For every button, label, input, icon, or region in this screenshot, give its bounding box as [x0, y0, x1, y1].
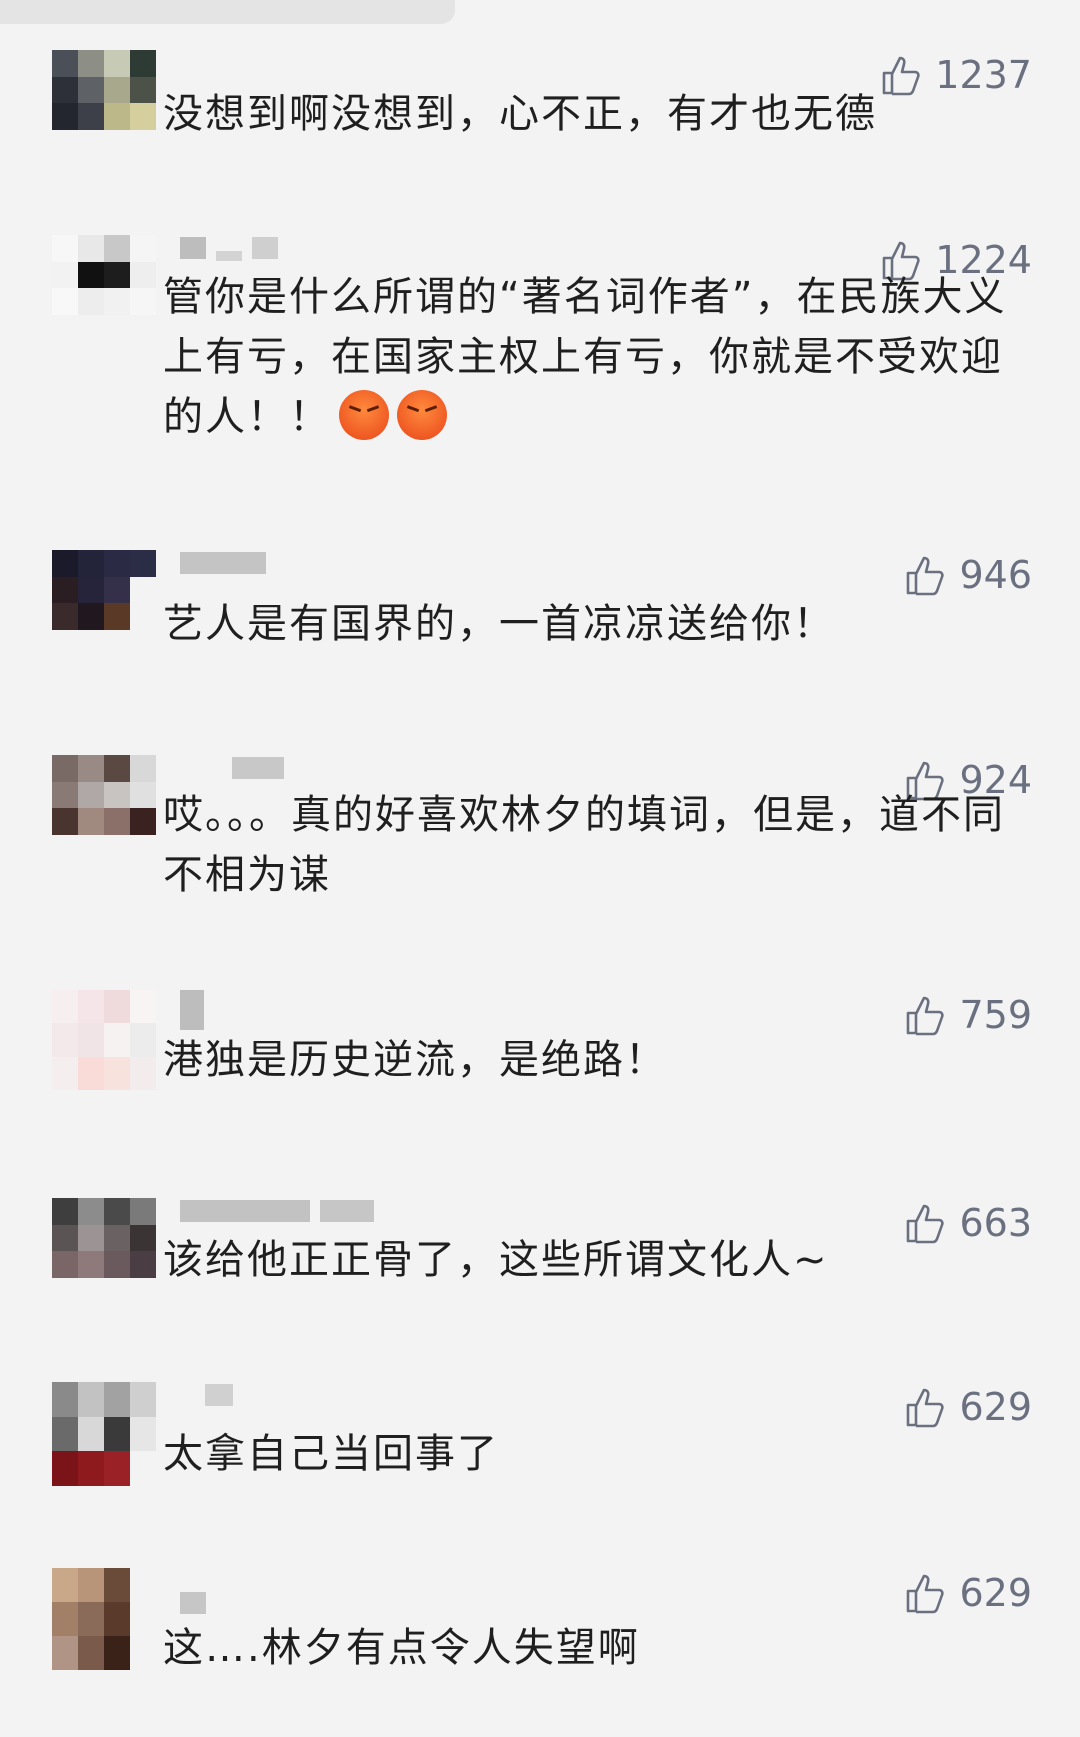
angry-face-emoji: [339, 390, 389, 440]
like-count: 629: [959, 1571, 1032, 1615]
username[interactable]: [180, 990, 204, 1030]
avatar[interactable]: [52, 990, 156, 1090]
like-count: 629: [959, 1385, 1032, 1429]
avatar[interactable]: [52, 550, 156, 630]
thumbs-up-icon: [907, 1388, 945, 1428]
comment-text: 哎。。。真的好喜欢林夕的填词，但是，道不同不相为谋: [163, 792, 1005, 898]
like-count: 946: [959, 553, 1032, 597]
top-bar: [0, 0, 455, 24]
avatar[interactable]: [52, 50, 156, 130]
thumbs-up-icon: [907, 1574, 945, 1614]
comment-text: 港独是历史逆流，是绝路！: [163, 1037, 667, 1083]
username[interactable]: [180, 1198, 374, 1224]
angry-face-emoji: [397, 390, 447, 440]
username[interactable]: [232, 755, 284, 781]
comment-text: 没想到啊没想到，心不正，有才也无德: [163, 91, 877, 137]
comment-text: 这….林夕有点令人失望啊: [163, 1625, 640, 1671]
username[interactable]: [205, 1382, 233, 1408]
username[interactable]: [180, 1590, 206, 1616]
avatar[interactable]: [52, 1568, 156, 1670]
avatar[interactable]: [52, 1198, 156, 1278]
comment-text: 艺人是有国界的，一首凉凉送给你！: [163, 601, 835, 647]
like-button[interactable]: 629: [905, 1568, 1032, 1618]
username[interactable]: [180, 235, 278, 261]
comment-text: 该给他正正骨了，这些所谓文化人~: [163, 1237, 829, 1283]
avatar[interactable]: [52, 235, 156, 315]
comment-text: 太拿自己当回事了: [163, 1431, 499, 1477]
comment-text-body: 管你是什么所谓的“著名词作者”，在民族大义上有亏，在国家主权上有亏，你就是不受欢…: [163, 274, 1007, 440]
thumbs-up-icon: [907, 556, 945, 596]
avatar[interactable]: [52, 1382, 156, 1486]
like-button[interactable]: 946: [905, 550, 1032, 600]
avatar[interactable]: [52, 755, 156, 835]
comment-text: 管你是什么所谓的“著名词作者”，在民族大义上有亏，在国家主权上有亏，你就是不受欢…: [163, 267, 1030, 447]
username[interactable]: [180, 550, 266, 576]
